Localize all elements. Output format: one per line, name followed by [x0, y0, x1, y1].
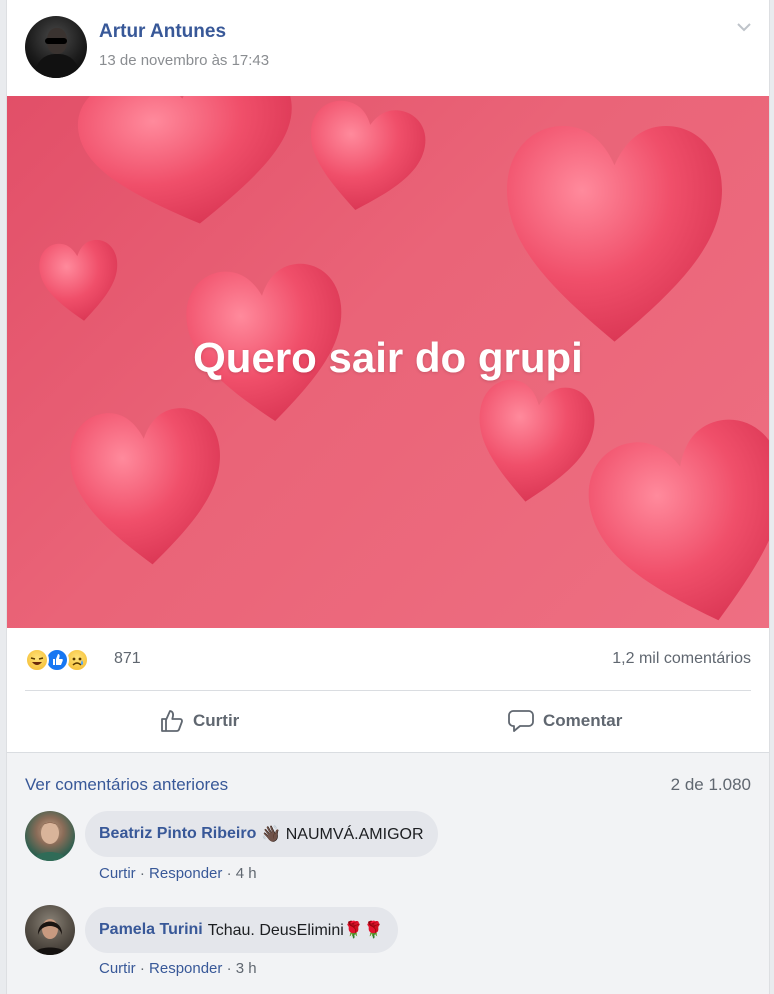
- like-button[interactable]: Curtir: [159, 706, 239, 736]
- reaction-icons[interactable]: [25, 648, 115, 672]
- commenter-name[interactable]: Pamela Turini: [99, 921, 203, 939]
- comment-time[interactable]: 4 h: [236, 865, 257, 882]
- comment-icon: [508, 710, 534, 732]
- like-label: Curtir: [193, 711, 240, 730]
- comment-like-link[interactable]: Curtir: [99, 865, 136, 882]
- post-timestamp[interactable]: 13 de novembro às 17:43: [99, 52, 269, 69]
- comments-section: Ver comentários anteriores 2 de 1.080 Be…: [7, 753, 769, 994]
- view-previous-comments-link[interactable]: Ver comentários anteriores: [25, 775, 228, 795]
- comment-text: 👋🏿 NAUMVÁ.AMIGOR: [261, 826, 424, 843]
- comment-bubble: Beatriz Pinto Ribeiro 👋🏿 NAUMVÁ.AMIGOR: [85, 811, 438, 857]
- comment-label: Comentar: [543, 711, 623, 730]
- laugh-reaction-icon[interactable]: [25, 648, 49, 672]
- commenter-avatar[interactable]: [25, 811, 75, 861]
- author-avatar[interactable]: [25, 16, 87, 78]
- commenter-name[interactable]: Beatriz Pinto Ribeiro: [99, 825, 256, 843]
- reactions-bar: 871 1,2 mil comentários: [7, 628, 769, 690]
- post-background: Quero sair do grupi: [7, 96, 769, 628]
- comment-reply-link[interactable]: Responder: [149, 960, 222, 977]
- comment-actions: Curtir · Responder · 4 h: [99, 865, 257, 882]
- comments-count[interactable]: 1,2 mil comentários: [612, 650, 751, 668]
- divider: [25, 690, 751, 691]
- comment-actions: Curtir · Responder · 3 h: [99, 960, 257, 977]
- thumbs-up-icon: [161, 710, 183, 732]
- comments-pager: 2 de 1.080: [670, 775, 751, 794]
- commenter-avatar[interactable]: [25, 905, 75, 955]
- comment-like-link[interactable]: Curtir: [99, 960, 136, 977]
- chevron-down-icon[interactable]: [735, 18, 753, 36]
- reaction-count[interactable]: 871: [114, 650, 141, 668]
- comment-text: Tchau. DeusElimini🌹🌹: [207, 922, 384, 939]
- comment-time[interactable]: 3 h: [236, 960, 257, 977]
- post-card: Artur Antunes 13 de novembro às 17:43 Qu…: [6, 0, 770, 994]
- post-text: Quero sair do grupi: [193, 334, 583, 381]
- comment-reply-link[interactable]: Responder: [149, 865, 222, 882]
- comment-button[interactable]: Comentar: [507, 706, 622, 736]
- author-name[interactable]: Artur Antunes: [99, 21, 226, 43]
- comment-bubble: Pamela Turini Tchau. DeusElimini🌹🌹: [85, 907, 398, 953]
